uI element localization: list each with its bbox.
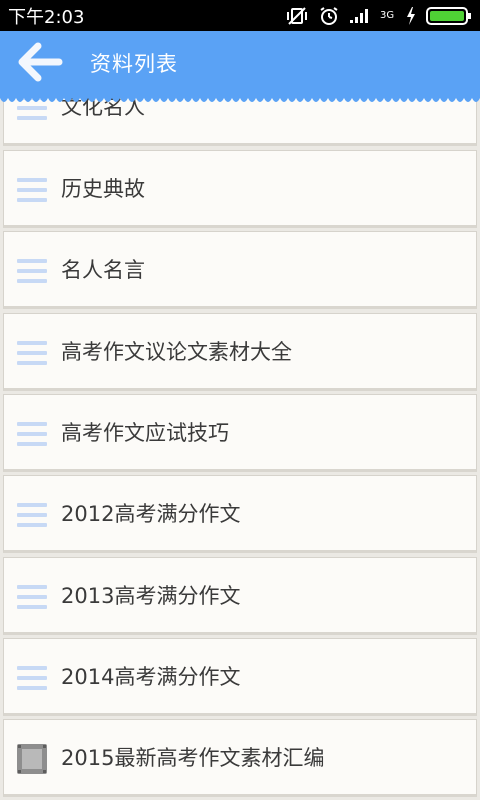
list-item[interactable]: 2015最新高考作文素材汇编	[3, 719, 477, 797]
vibrate-off-icon	[286, 6, 308, 26]
status-icons: 3G	[286, 6, 472, 26]
list-item[interactable]: 名人名言	[3, 231, 477, 309]
menu-lines-icon	[17, 419, 47, 449]
list-item[interactable]: 2013高考满分作文	[3, 557, 477, 635]
list-item[interactable]: 2012高考满分作文	[3, 475, 477, 553]
menu-lines-icon	[17, 500, 47, 530]
menu-lines-icon	[17, 338, 47, 368]
app-bar: 资料列表	[0, 31, 480, 98]
status-bar: 下午2:03 3G	[0, 0, 480, 31]
charging-icon	[406, 6, 416, 25]
list-item-label: 2015最新高考作文素材汇编	[61, 746, 325, 770]
list-item-label: 名人名言	[61, 258, 145, 282]
menu-lines-icon	[17, 256, 47, 286]
menu-lines-icon	[17, 175, 47, 205]
list-item[interactable]: 历史典故	[3, 150, 477, 228]
list-item-label: 2013高考满分作文	[61, 584, 241, 608]
list-item-label: 2014高考满分作文	[61, 665, 241, 689]
menu-lines-icon	[17, 582, 47, 612]
signal-icon	[350, 7, 370, 25]
list-item-label: 历史典故	[61, 177, 145, 201]
list-item-label: 高考作文应试技巧	[61, 421, 229, 445]
list-item[interactable]: 高考作文议论文素材大全	[3, 313, 477, 391]
list-item[interactable]: 高考作文应试技巧	[3, 394, 477, 472]
page-title: 资料列表	[90, 52, 178, 76]
list-item[interactable]: 2014高考满分作文	[3, 638, 477, 716]
gray-square-icon	[17, 744, 47, 774]
status-time: 下午2:03	[8, 6, 85, 28]
wave-divider	[0, 96, 480, 102]
network-type-icon: 3G	[380, 9, 395, 21]
alarm-icon	[318, 6, 340, 26]
back-button[interactable]	[14, 41, 66, 87]
menu-lines-icon	[17, 663, 47, 693]
battery-icon	[426, 6, 472, 26]
arrow-left-icon	[17, 42, 63, 86]
list-item-label: 高考作文议论文素材大全	[61, 340, 292, 364]
list-item-label: 2012高考满分作文	[61, 502, 241, 526]
